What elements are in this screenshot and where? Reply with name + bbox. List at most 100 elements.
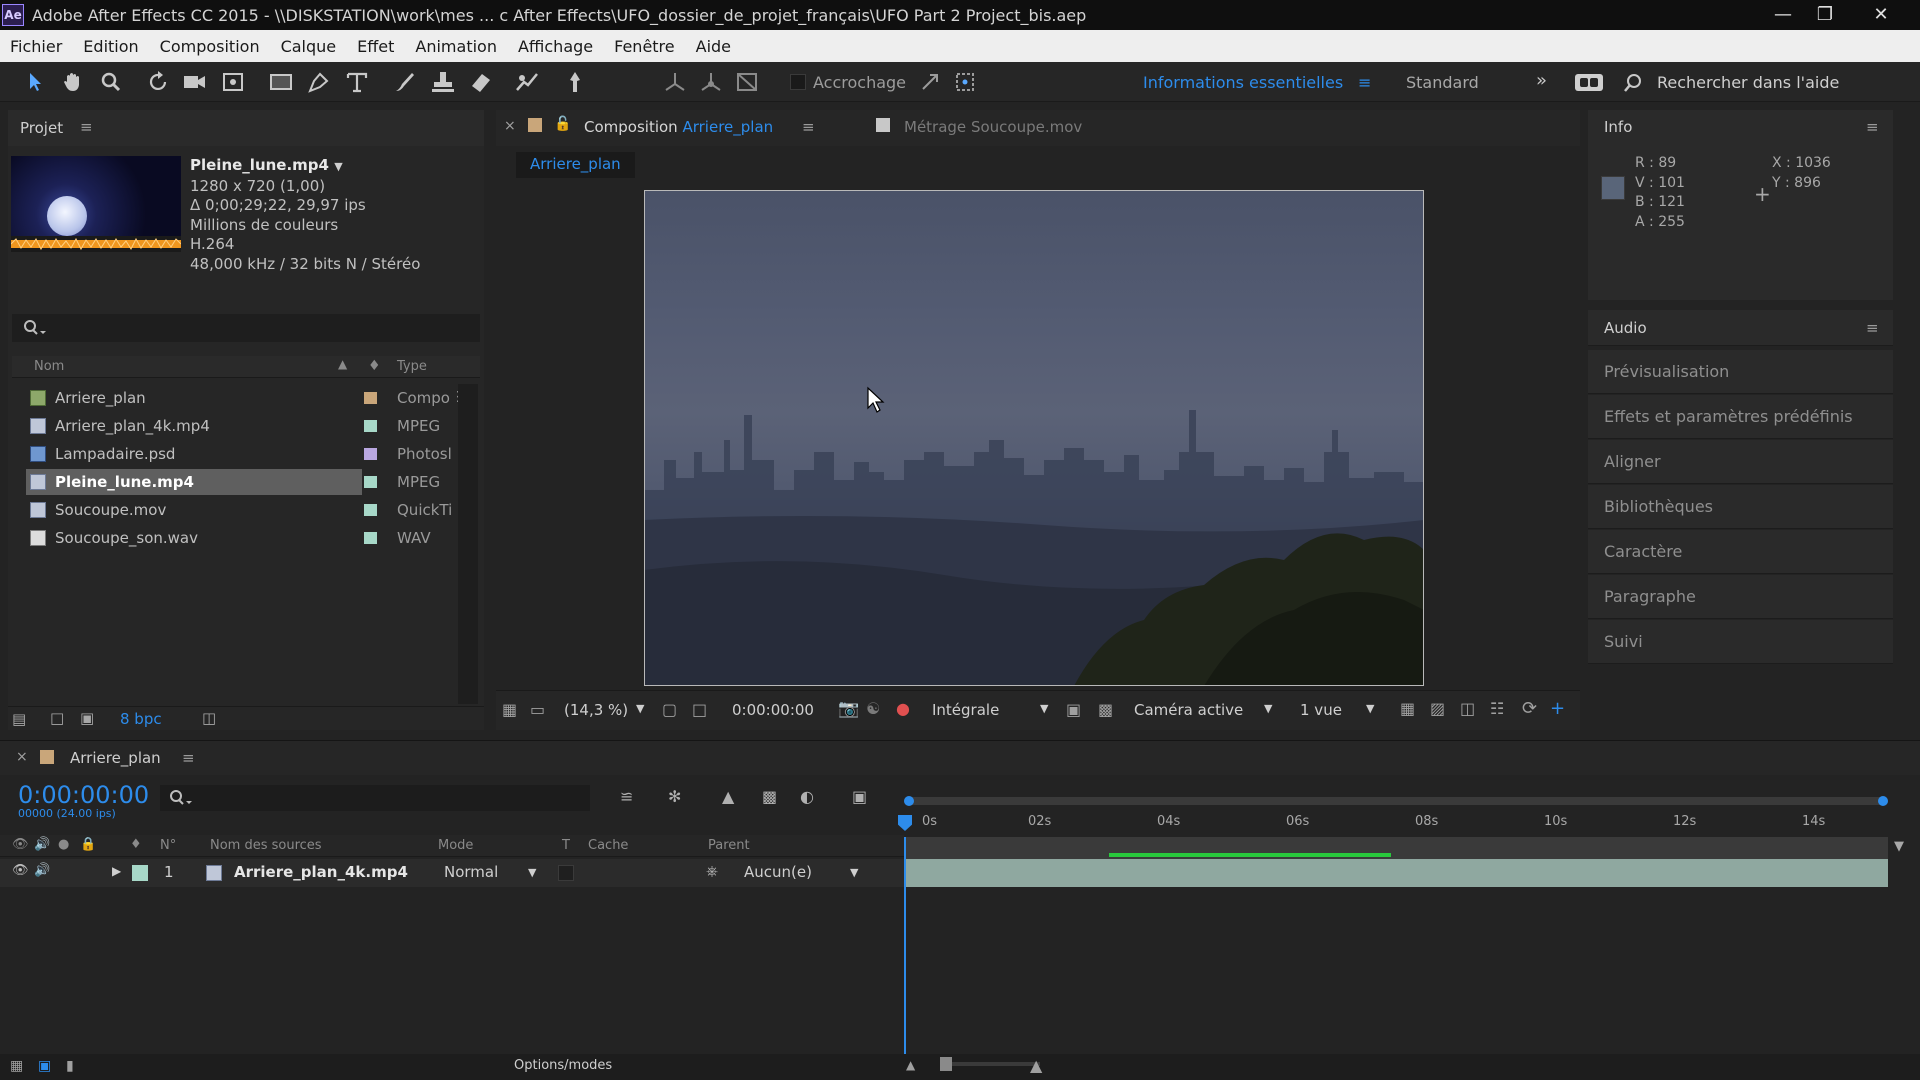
views-dropdown[interactable]: 1 vue [1300,701,1342,719]
chevron-down-icon[interactable]: ▼ [1264,702,1272,715]
panel-align[interactable]: Aligner [1588,440,1893,484]
text-tool-icon[interactable] [344,70,370,94]
menu-layer[interactable]: Calque [281,37,337,56]
parent-dropdown[interactable]: Aucun(e) [744,863,812,881]
close-tab-icon[interactable]: × [16,749,28,765]
timeline-menu-icon[interactable]: ≡ [182,749,195,767]
roto-brush-tool-icon[interactable] [514,70,540,94]
close-tab-icon[interactable]: × [504,118,516,134]
chevron-down-icon[interactable]: ▼ [636,702,644,715]
comp-marker-bin-icon[interactable]: ▼ [1894,839,1904,854]
label-swatch[interactable] [364,476,377,488]
mask-visibility-icon[interactable]: □ [692,700,707,719]
zoom-dropdown[interactable]: (14,3 %) [564,701,628,719]
snapshot-icon[interactable]: 📷 [838,699,859,719]
camera-tool-icon[interactable] [182,70,208,94]
search-icon[interactable] [1622,72,1644,94]
chevron-down-icon[interactable]: ▼ [850,866,858,879]
label-tag-icon[interactable]: ♦ [368,358,381,374]
navigator-end-handle[interactable] [1878,796,1888,806]
frame-blending-icon[interactable]: ▩ [762,787,777,806]
restore-button[interactable]: ❐ [1804,0,1846,30]
hand-tool-icon[interactable] [60,70,86,94]
pan-behind-tool-icon[interactable] [220,70,246,94]
audio-panel-title[interactable]: Audio [1604,319,1647,337]
flowchart-icon[interactable]: ☷ [1490,699,1504,718]
toggle-switches-modes-button[interactable]: Options/modes [514,1058,612,1073]
timeline-search-input[interactable] [160,785,590,811]
transparency-grid-icon[interactable]: ▩ [1098,700,1113,719]
label-swatch[interactable] [364,420,377,432]
timeline-current-time[interactable]: 0:00:00:00 [18,781,149,809]
project-item-arriere-plan[interactable]: Arriere_plan Compo ☷ [8,384,478,412]
timeline-track-area[interactable]: 0s 02s 04s 06s 08s 10s 12s 14s ▼ [898,775,1904,1055]
chevron-down-icon[interactable]: ▼ [334,160,342,173]
snap-options-icon[interactable] [918,70,944,94]
info-panel-title[interactable]: Info [1604,118,1632,136]
menu-window[interactable]: Fenêtre [614,37,675,56]
column-name-header[interactable]: Nom [34,359,64,374]
zoom-out-icon[interactable]: ▲ [906,1058,915,1072]
snapping-checkbox[interactable] [790,74,806,90]
zoom-slider[interactable] [940,1057,1040,1071]
pen-tool-icon[interactable] [306,70,332,94]
project-item-soucoupe-son[interactable]: Soucoupe_son.wav WAV [8,524,478,552]
info-menu-icon[interactable]: ≡ [1866,118,1879,136]
local-axis-icon[interactable] [662,70,688,94]
zoom-in-icon[interactable]: ▲ [1030,1056,1042,1075]
label-swatch[interactable] [132,865,148,881]
eye-icon[interactable]: 👁 [12,863,29,878]
panel-tracker[interactable]: Suivi [1588,620,1893,664]
layer-switches-icon[interactable]: ▦ [10,1058,23,1074]
chevron-down-icon[interactable]: ▼ [1366,702,1374,715]
menu-edit[interactable]: Edition [83,37,138,56]
sync-settings-icon[interactable] [1575,74,1603,91]
label-swatch[interactable] [364,504,377,516]
audio-menu-icon[interactable]: ≡ [1866,319,1879,337]
timeline-tab[interactable]: Arriere_plan [70,749,161,767]
label-swatch[interactable] [364,392,377,404]
composition-mini-flowchart-icon[interactable]: ≌ [620,787,633,806]
more-workspaces-icon[interactable]: » [1536,70,1547,91]
draft-3d-icon[interactable]: ✻ [668,787,681,806]
label-tag-icon[interactable]: ♦ [130,837,142,852]
clone-stamp-tool-icon[interactable] [430,70,456,94]
channels-icon[interactable]: ● [896,699,910,718]
toggle-pixel-aspect-icon[interactable]: ▦ [1400,699,1415,718]
solo-icon[interactable]: ● [58,837,69,852]
project-item-pleine-lune[interactable]: Pleine_lune.mp4 MPEG [8,468,478,496]
camera-dropdown[interactable]: Caméra active [1134,701,1243,719]
brush-tool-icon[interactable] [392,70,418,94]
show-snapshot-icon[interactable]: ☯ [866,699,880,718]
shy-layers-icon[interactable]: ▲ [722,787,734,806]
chevron-down-icon[interactable]: ▼ [528,866,536,879]
fast-previews-icon[interactable]: ▨ [1430,699,1445,718]
workspace-essentials[interactable]: Informations essentielles [1143,73,1343,92]
selection-tool-icon[interactable] [22,70,48,94]
navigator-start-handle[interactable] [904,796,914,806]
menu-composition[interactable]: Composition [160,37,260,56]
panel-effects-presets[interactable]: Effets et paramètres prédéfinis [1588,395,1893,439]
new-folder-icon[interactable]: □ [50,709,64,727]
eraser-tool-icon[interactable] [468,70,494,94]
lock-icon[interactable]: 🔒 [80,837,96,852]
project-search-input[interactable] [12,314,480,342]
speaker-icon[interactable]: 🔊 [34,837,50,852]
project-menu-icon[interactable]: ≡ [80,118,93,136]
always-preview-icon[interactable]: ▦ [502,700,517,719]
resolution-dropdown[interactable]: Intégrale [932,701,999,719]
composition-frame[interactable] [644,190,1424,686]
layer-name[interactable]: Arriere_plan_4k.mp4 [234,863,408,881]
preserve-transparency-checkbox[interactable] [558,865,574,881]
workspace-menu-icon[interactable]: ≡ [1358,73,1371,92]
project-item-lampadaire[interactable]: Lampadaire.psd Photosl [8,440,478,468]
project-panel-title[interactable]: Projet [20,119,63,137]
help-search-input[interactable]: Rechercher dans l'aide [1657,73,1839,92]
workspace-standard[interactable]: Standard [1406,73,1479,92]
composition-menu-icon[interactable]: ≡ [802,118,815,136]
eye-icon[interactable]: 👁 [12,837,29,852]
label-swatch[interactable] [364,532,377,544]
snap-target-icon[interactable] [952,70,978,94]
panel-libraries[interactable]: Bibliothèques [1588,485,1893,529]
footage-tab[interactable]: Métrage Soucoupe.mov [904,118,1082,136]
